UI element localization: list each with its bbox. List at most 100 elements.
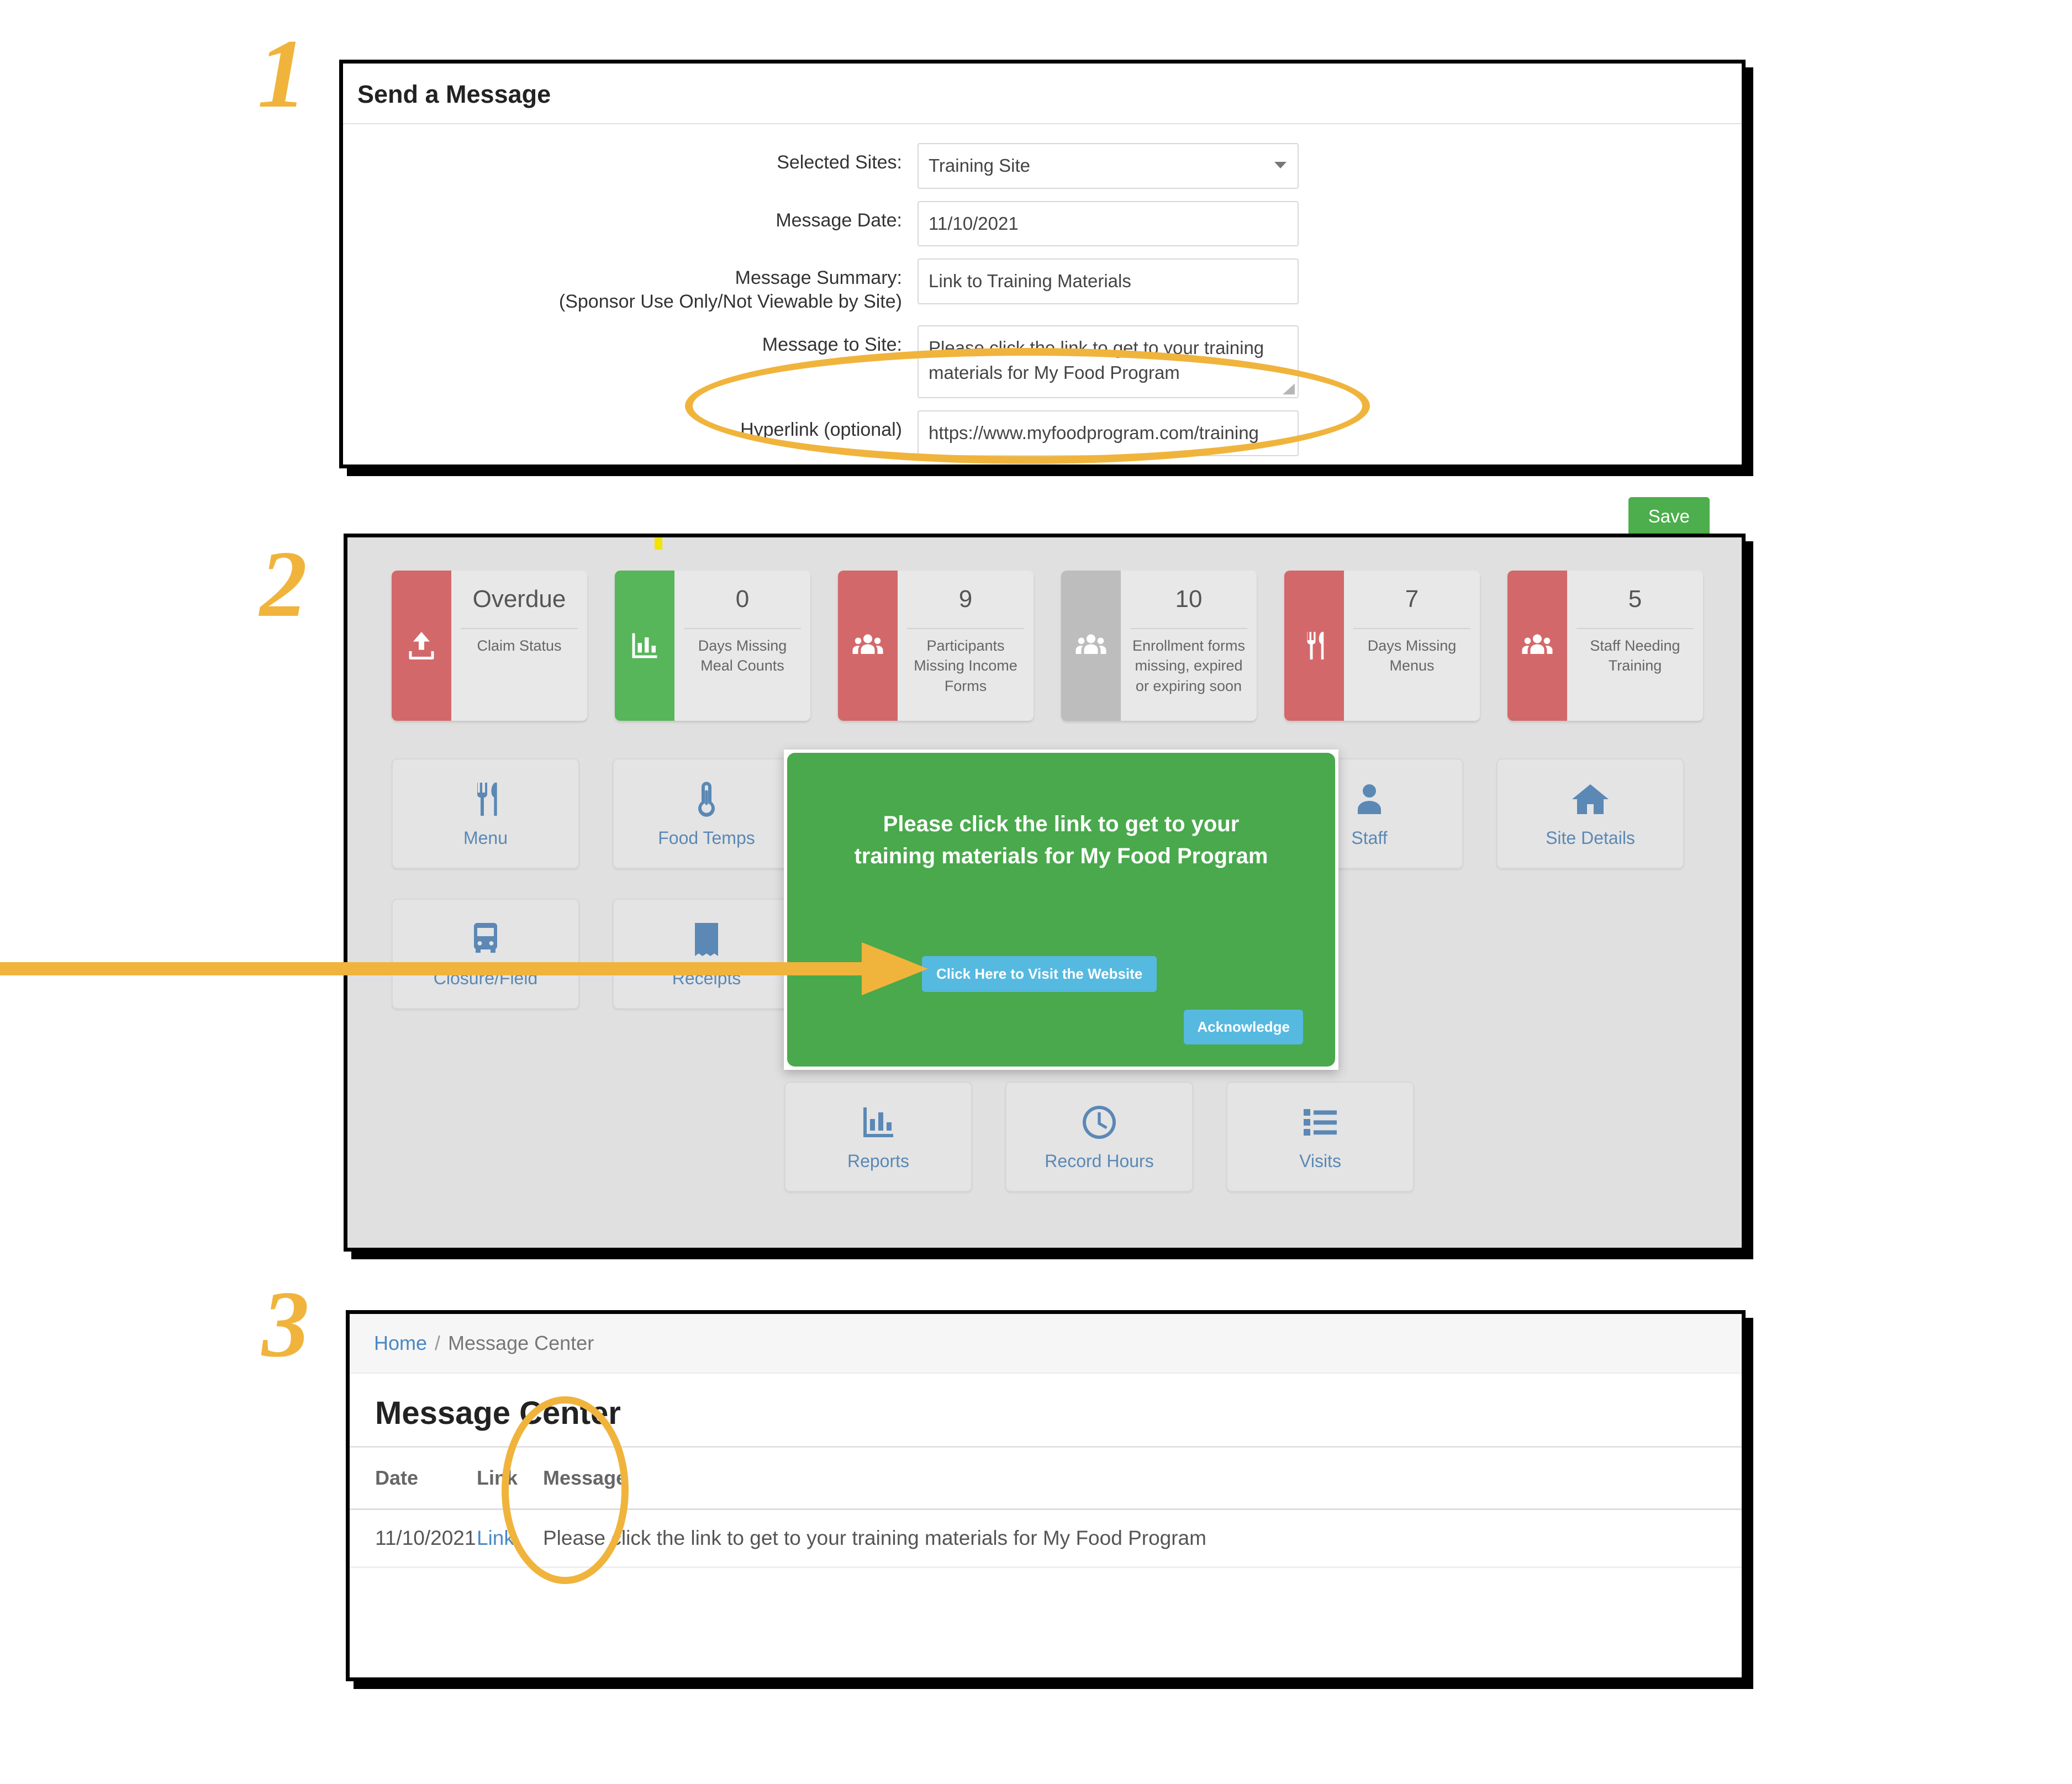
nav-tile-closure-field[interactable]: Closure/Field (392, 899, 579, 1009)
status-tile-value: 10 (1175, 585, 1203, 613)
status-tile-label: Days Missing Menus (1353, 628, 1470, 721)
status-tile-participants-missing-income-forms[interactable]: 9 Participants Missing Income Forms (838, 571, 1034, 721)
message-summary-label-sub: (Sponsor Use Only/Not Viewable by Site) (558, 291, 902, 312)
hyperlink-value: https://www.myfoodprogram.com/training (929, 423, 1259, 444)
nav-tile-receipts[interactable]: Receipts (613, 899, 800, 1009)
upload-icon (392, 571, 451, 721)
message-center-inner: Home / Message Center Message Center Date … (350, 1314, 1742, 1677)
nav-tile-menu[interactable]: Menu (392, 758, 579, 869)
cell-date: 11/10/2021 (350, 1509, 477, 1568)
status-tile-staff-needing-training[interactable]: 5 Staff Needing Training (1507, 571, 1703, 721)
status-tile-enrollment-forms[interactable]: 10 Enrollment forms missing, expired or … (1061, 571, 1257, 721)
message-summary-label-main: Message Summary: (735, 267, 902, 289)
message-modal-body: Please click the link to get to your tra… (787, 753, 1335, 1067)
status-tile-body: 7 Days Missing Menus (1344, 571, 1480, 721)
selected-sites-label: Selected Sites: (777, 152, 902, 173)
status-tile-days-missing-menus[interactable]: 7 Days Missing Menus (1284, 571, 1480, 721)
bar-chart-icon (615, 571, 674, 721)
selected-sites-value: Training Site (929, 155, 1031, 176)
clock-icon (1083, 1105, 1116, 1139)
panel-title-send-a-message: Send a Message (343, 64, 1742, 124)
form-row-message-summary: Message Summary: (Sponsor Use Only/Not V… (343, 258, 1742, 313)
message-date-label: Message Date: (776, 209, 902, 231)
nav-tile-reports[interactable]: Reports (784, 1081, 972, 1192)
status-tile-days-missing-meal-counts[interactable]: 0 Days Missing Meal Counts (615, 571, 810, 721)
people-icon (1507, 571, 1567, 721)
message-to-site-value: Please click the link to get to your tra… (929, 337, 1264, 383)
save-row: Save (343, 468, 1742, 536)
status-tile-body: 9 Participants Missing Income Forms (898, 571, 1034, 721)
breadcrumb-home-link[interactable]: Home (374, 1332, 427, 1354)
people-icon (1061, 571, 1121, 721)
status-tile-value: 0 (735, 585, 750, 613)
message-date-input[interactable]: 11/10/2021 (918, 200, 1299, 247)
utensils-icon (1284, 571, 1344, 721)
status-tile-label: Enrollment forms missing, expired or exp… (1130, 628, 1247, 721)
nav-tile-label: Menu (463, 827, 508, 848)
breadcrumb: Home / Message Center (350, 1314, 1742, 1374)
status-tile-label: Days Missing Meal Counts (684, 628, 801, 721)
table-row: 11/10/2021 Link Please click the link to… (350, 1509, 1742, 1568)
people-icon (838, 571, 898, 721)
status-tile-value: 5 (1628, 585, 1642, 613)
modal-message-text: Please click the link to get to your tra… (854, 812, 1268, 868)
status-tile-label: Staff Needing Training (1577, 628, 1694, 721)
resize-handle-icon[interactable]: ◢ (1283, 381, 1295, 395)
chevron-down-icon (1274, 162, 1287, 168)
form-row-selected-sites: Selected Sites: Training Site (343, 143, 1742, 189)
status-tile-row: Overdue Claim Status 0 Days Missing Meal… (347, 537, 1742, 721)
status-tile-body: 10 Enrollment forms missing, expired or … (1121, 571, 1257, 721)
click-here-to-visit-website-button[interactable]: Click Here to Visit the Website (922, 956, 1157, 992)
nav-tile-visits[interactable]: Visits (1226, 1081, 1414, 1192)
thermometer-icon (698, 782, 715, 817)
step-number-3: 3 (262, 1272, 309, 1377)
form-row-message-date: Message Date: 11/10/2021 (343, 200, 1742, 247)
step-number-2: 2 (260, 532, 307, 637)
status-tile-body: 0 Days Missing Meal Counts (674, 571, 810, 721)
message-summary-input[interactable]: Link to Training Materials (918, 258, 1299, 304)
message-summary-value: Link to Training Materials (929, 271, 1131, 292)
table-header-row: Date Link Message (350, 1448, 1742, 1510)
nav-tile-label: Reports (847, 1150, 910, 1171)
message-date-value: 11/10/2021 (929, 213, 1019, 234)
status-tile-label: Claim Status (461, 628, 578, 721)
column-header-date: Date (350, 1448, 477, 1510)
list-icon (1304, 1109, 1337, 1136)
tutorial-page: 1 2 3 Send a Message Selected Sites: Tra… (0, 0, 2072, 1784)
nav-tile-label: Visits (1299, 1150, 1341, 1171)
status-tile-body: 5 Staff Needing Training (1567, 571, 1703, 721)
status-tile-body: Overdue Claim Status (451, 571, 587, 721)
status-tile-claim-status[interactable]: Overdue Claim Status (392, 571, 587, 721)
messages-table: Date Link Message 11/10/2021 Link Please… (350, 1448, 1742, 1568)
breadcrumb-current: Message Center (448, 1332, 594, 1354)
form-row-message-to-site: Message to Site: Please click the link t… (343, 325, 1742, 399)
save-button[interactable]: Save (1628, 497, 1710, 536)
nav-tile-label: Closure/Field (433, 968, 538, 988)
selected-sites-select[interactable]: Training Site (918, 143, 1299, 189)
message-to-site-label: Message to Site: (762, 334, 902, 356)
receipt-icon (695, 922, 718, 956)
acknowledge-button[interactable]: Acknowledge (1184, 1010, 1303, 1044)
message-to-site-textarea[interactable]: Please click the link to get to your tra… (918, 325, 1299, 399)
nav-tile-label: Record Hours (1045, 1150, 1154, 1171)
hyperlink-input[interactable]: https://www.myfoodprogram.com/training (918, 410, 1299, 456)
nav-tile-label: Receipts (672, 968, 741, 988)
message-summary-label: Message Summary: (Sponsor Use Only/Not V… (343, 258, 918, 313)
message-modal: Please click the link to get to your tra… (784, 750, 1338, 1070)
page-title: Message Center (350, 1374, 1742, 1448)
nav-tile-food-temps[interactable]: Food Temps (613, 758, 800, 869)
cell-link[interactable]: Link (477, 1527, 514, 1549)
nav-tile-label: Site Details (1546, 827, 1635, 848)
cell-message: Please click the link to get to your tra… (543, 1509, 1742, 1568)
utensils-icon (477, 782, 497, 816)
status-tile-value: Overdue (472, 585, 566, 613)
bar-chart-icon (863, 1107, 893, 1137)
nav-tile-label: Food Temps (658, 827, 755, 848)
nav-tile-record-hours[interactable]: Record Hours (1005, 1081, 1193, 1192)
hyperlink-label: Hyperlink (optional) (740, 419, 902, 441)
status-tile-value: 9 (958, 585, 973, 613)
column-header-message: Message (543, 1448, 1742, 1510)
status-tile-label: Participants Missing Income Forms (907, 628, 1024, 721)
nav-tile-site-details[interactable]: Site Details (1496, 758, 1684, 869)
status-tile-value: 7 (1405, 585, 1419, 613)
